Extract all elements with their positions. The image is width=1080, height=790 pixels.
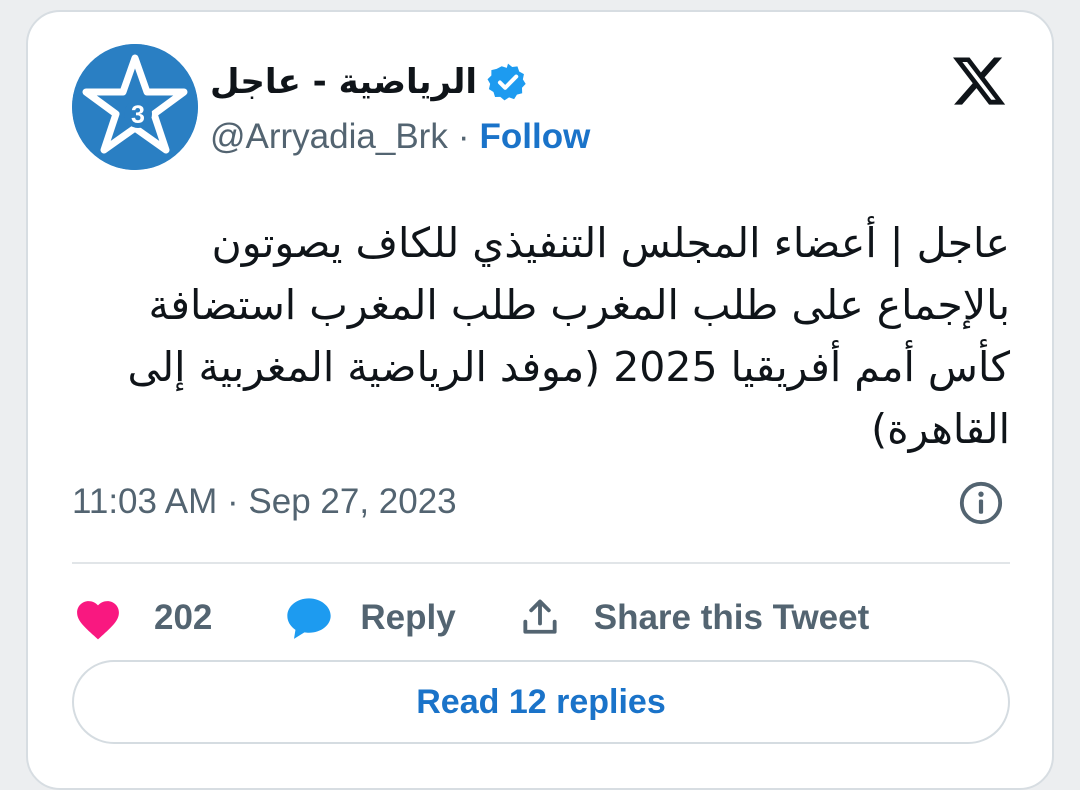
share-button[interactable]: Share this Tweet — [518, 596, 870, 640]
share-upload-icon — [523, 599, 557, 634]
avatar[interactable]: 3 — [72, 44, 198, 170]
display-name[interactable]: الرياضية - عاجل — [210, 60, 477, 104]
x-logo-icon[interactable] — [950, 52, 1008, 110]
reply-label: Reply — [360, 598, 456, 637]
tweet-actions: 202 Reply Share this Tweet — [72, 590, 869, 646]
like-button[interactable]: 202 — [72, 595, 212, 641]
info-icon[interactable] — [958, 480, 1004, 526]
tweet-card: 3 الرياضية - عاجل @Arryadia_Brk · Follow ع… — [26, 10, 1054, 790]
handle-row: @Arryadia_Brk · Follow — [210, 115, 590, 159]
account-handle[interactable]: @Arryadia_Brk — [210, 117, 448, 156]
divider — [72, 562, 1010, 564]
read-replies-button[interactable]: Read 12 replies — [72, 660, 1010, 744]
verified-badge-icon — [487, 63, 526, 101]
reply-button[interactable]: Reply — [284, 595, 456, 641]
handle-separator: · — [457, 117, 470, 156]
avatar-badge: 3 — [131, 101, 145, 129]
speech-bubble-icon — [287, 598, 332, 639]
share-label: Share this Tweet — [593, 598, 870, 637]
heart-icon — [77, 601, 119, 640]
follow-button[interactable]: Follow — [479, 117, 590, 156]
display-name-row: الرياضية - عاجل — [210, 60, 529, 104]
tweet-timestamp[interactable]: 11:03 AM · Sep 27, 2023 — [72, 480, 457, 524]
like-count: 202 — [154, 598, 213, 637]
tweet-text: عاجل | أعضاء المجلس التنفيذي للكاف يصوتو… — [127, 219, 1010, 453]
